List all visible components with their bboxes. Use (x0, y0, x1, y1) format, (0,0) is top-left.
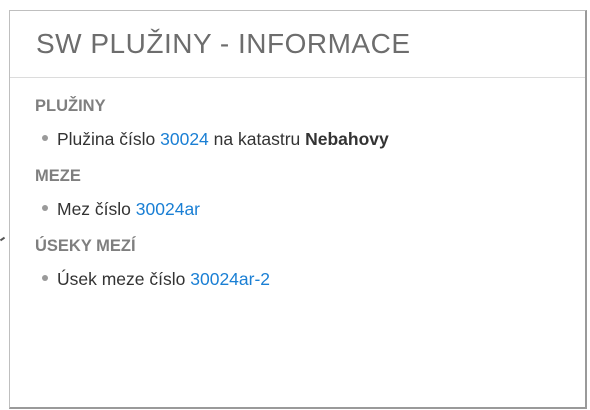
pluzina-number-link[interactable]: 30024 (160, 129, 209, 149)
useky-mezi-list: Úsek meze číslo 30024ar-2 (35, 266, 585, 292)
item-prefix: Plužina číslo (57, 129, 156, 149)
bullet-icon (42, 135, 48, 141)
list-item: Úsek meze číslo 30024ar-2 (35, 266, 585, 292)
panel-header: SW PLUŽINY - INFORMACE (10, 11, 585, 78)
pluziny-list: Plužina číslo 30024 na katastru Nebahovy (35, 126, 585, 152)
item-prefix: Mez číslo (57, 199, 131, 219)
section-heading-pluziny: PLUŽINY (35, 97, 106, 115)
edge-artifact (0, 236, 6, 242)
panel-body: PLUŽINY Plužina číslo 30024 na katastru … (10, 78, 585, 292)
bullet-icon (42, 275, 48, 281)
bullet-icon (42, 205, 48, 211)
item-prefix: Úsek meze číslo (57, 269, 186, 289)
section-heading-useky-mezi: ÚSEKY MEZÍ (35, 237, 136, 255)
usek-number-link[interactable]: 30024ar-2 (190, 269, 270, 289)
meze-list: Mez číslo 30024ar (35, 196, 585, 222)
screen: SW PLUŽINY - INFORMACE PLUŽINY Plužina č… (0, 0, 590, 410)
item-middle: na katastru (213, 129, 301, 149)
panel-title: SW PLUŽINY - INFORMACE (36, 28, 411, 59)
list-item: Plužina číslo 30024 na katastru Nebahovy (35, 126, 585, 152)
cadastre-name: Nebahovy (305, 129, 389, 149)
mez-number-link[interactable]: 30024ar (136, 199, 200, 219)
info-panel: SW PLUŽINY - INFORMACE PLUŽINY Plužina č… (9, 10, 587, 409)
list-item: Mez číslo 30024ar (35, 196, 585, 222)
section-heading-meze: MEZE (35, 167, 81, 185)
